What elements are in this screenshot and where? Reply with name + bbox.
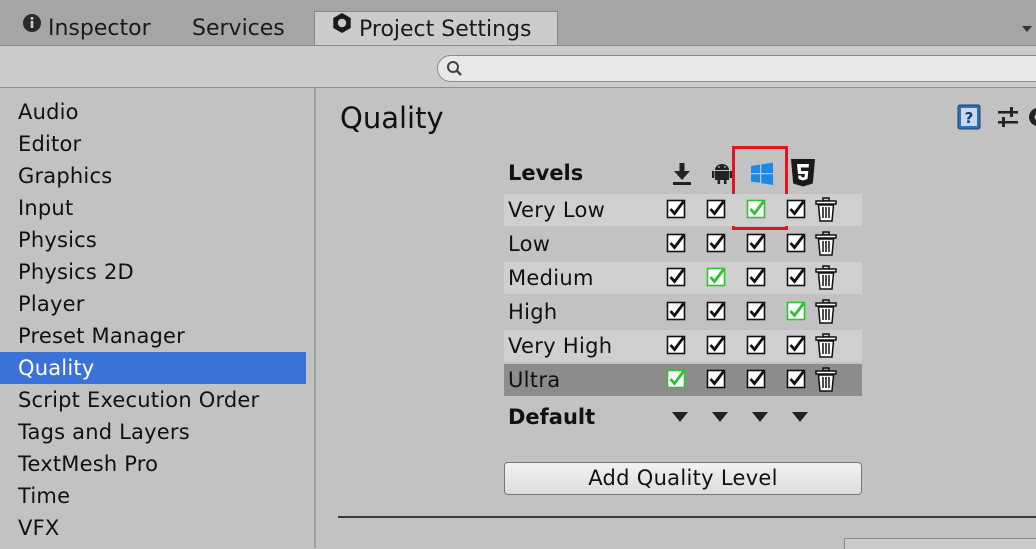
platform-checkbox[interactable] xyxy=(706,199,726,219)
quality-level-row[interactable]: Low xyxy=(504,228,862,260)
platform-checkbox[interactable] xyxy=(706,267,726,287)
default-dropdown-standalone[interactable] xyxy=(672,412,688,422)
sidebar-item-physics-2d[interactable]: Physics 2D xyxy=(0,256,306,288)
platform-checkbox[interactable] xyxy=(786,301,806,321)
standalone-download-icon xyxy=(671,160,693,190)
preset-icon[interactable] xyxy=(996,106,1020,134)
page-title: Quality xyxy=(340,100,444,136)
settings-sidebar: Audio Editor Graphics Input Physics Phys… xyxy=(0,88,316,548)
section-divider xyxy=(338,516,1036,518)
sidebar-item-time[interactable]: Time xyxy=(0,480,306,512)
platform-checkbox[interactable] xyxy=(706,369,726,389)
platform-checkbox[interactable] xyxy=(786,267,806,287)
platform-checkbox[interactable] xyxy=(786,199,806,219)
html5-icon xyxy=(790,158,816,192)
delete-level-icon[interactable] xyxy=(814,231,838,261)
tab-menu-icon[interactable] xyxy=(1022,26,1032,32)
levels-header: Levels xyxy=(508,158,583,188)
default-dropdown-android[interactable] xyxy=(712,412,728,422)
settings-gear-icon[interactable] xyxy=(1026,104,1036,134)
platform-checkbox[interactable] xyxy=(706,233,726,253)
platform-checkbox[interactable] xyxy=(786,233,806,253)
tab-inspector-label: Inspector xyxy=(48,16,151,41)
platform-checkbox[interactable] xyxy=(666,233,686,253)
search-input[interactable] xyxy=(437,55,1036,82)
platform-checkbox[interactable] xyxy=(746,335,766,355)
help-icon[interactable]: ? xyxy=(957,104,981,134)
tab-bar: Inspector Services Project Settings xyxy=(0,0,1036,45)
quality-level-row[interactable]: High xyxy=(504,296,862,328)
platform-checkbox[interactable] xyxy=(666,199,686,219)
search-icon xyxy=(446,60,464,82)
settings-main-panel: Quality ? Levels Very LowLowMediumHighVe… xyxy=(318,88,1036,548)
quality-level-row[interactable]: Ultra xyxy=(504,364,862,396)
platform-checkbox[interactable] xyxy=(746,199,766,219)
delete-level-icon[interactable] xyxy=(814,197,838,227)
quality-level-row[interactable]: Very Low xyxy=(504,194,862,226)
tab-services-label: Services xyxy=(192,16,285,41)
quality-level-name: Very Low xyxy=(508,194,605,226)
sidebar-item-preset-manager[interactable]: Preset Manager xyxy=(0,320,306,352)
quality-level-row[interactable]: Very High xyxy=(504,330,862,362)
quality-level-name: High xyxy=(508,296,557,328)
delete-level-icon[interactable] xyxy=(814,265,838,295)
platform-checkbox[interactable] xyxy=(746,369,766,389)
default-dropdown-windows[interactable] xyxy=(752,412,768,422)
quality-level-row[interactable]: Medium xyxy=(504,262,862,294)
next-section-box xyxy=(844,538,1036,549)
sidebar-item-player[interactable]: Player xyxy=(0,288,306,320)
quality-level-name: Medium xyxy=(508,262,594,294)
sidebar-item-quality[interactable]: Quality xyxy=(0,352,306,384)
tab-services[interactable]: Services xyxy=(192,11,285,45)
delete-level-icon[interactable] xyxy=(814,333,838,363)
platform-checkbox[interactable] xyxy=(706,301,726,321)
add-quality-level-button[interactable]: Add Quality Level xyxy=(504,462,862,495)
sidebar-item-audio[interactable]: Audio xyxy=(0,96,306,128)
platform-checkbox[interactable] xyxy=(746,267,766,287)
default-label: Default xyxy=(508,402,595,432)
platform-checkbox[interactable] xyxy=(706,335,726,355)
tab-inspector[interactable]: Inspector xyxy=(22,11,151,45)
gear-icon xyxy=(331,10,353,46)
sidebar-item-editor[interactable]: Editor xyxy=(0,128,306,160)
delete-level-icon[interactable] xyxy=(814,367,838,397)
quality-level-name: Very High xyxy=(508,330,612,362)
sidebar-item-graphics[interactable]: Graphics xyxy=(0,160,306,192)
quality-level-name: Low xyxy=(508,228,550,260)
android-icon xyxy=(711,160,733,190)
platform-checkbox[interactable] xyxy=(666,335,686,355)
platform-checkbox[interactable] xyxy=(746,301,766,321)
quality-level-name: Ultra xyxy=(508,364,560,396)
tab-project-settings-label: Project Settings xyxy=(359,17,532,42)
toolbar xyxy=(0,45,1036,88)
platform-checkbox[interactable] xyxy=(746,233,766,253)
platform-checkbox[interactable] xyxy=(666,301,686,321)
sidebar-item-physics[interactable]: Physics xyxy=(0,224,306,256)
sidebar-item-input[interactable]: Input xyxy=(0,192,306,224)
info-icon xyxy=(22,9,42,45)
sidebar-item-textmesh-pro[interactable]: TextMesh Pro xyxy=(0,448,306,480)
tab-project-settings[interactable]: Project Settings xyxy=(314,11,558,46)
delete-level-icon[interactable] xyxy=(814,299,838,329)
default-dropdown-html5[interactable] xyxy=(792,412,808,422)
sidebar-item-vfx[interactable]: VFX xyxy=(0,512,306,544)
platform-checkbox[interactable] xyxy=(666,369,686,389)
platform-checkbox[interactable] xyxy=(666,267,686,287)
platform-checkbox[interactable] xyxy=(786,369,806,389)
platform-checkbox[interactable] xyxy=(786,335,806,355)
svg-text:?: ? xyxy=(965,109,974,127)
sidebar-item-tags-and-layers[interactable]: Tags and Layers xyxy=(0,416,306,448)
sidebar-item-script-execution-order[interactable]: Script Execution Order xyxy=(0,384,306,416)
